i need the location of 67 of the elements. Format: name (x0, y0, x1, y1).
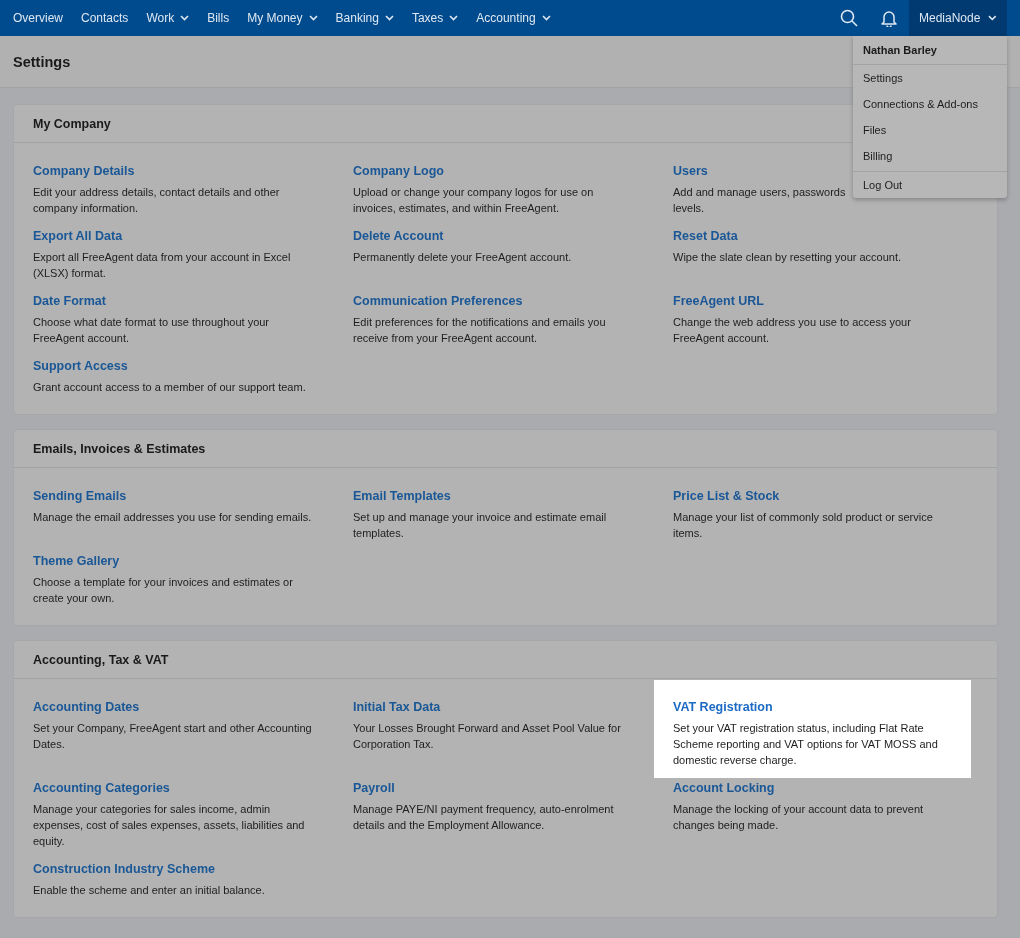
setting-link[interactable]: Payroll (353, 781, 395, 795)
setting-description: Manage PAYE/NI payment frequency, auto-enrolment details and the Employment Allowance. (353, 802, 615, 833)
nav-item[interactable]: My Money (238, 0, 327, 36)
setting-description: Enable the scheme and enter an initial balance. (33, 883, 265, 898)
setting-link[interactable]: Theme Gallery (33, 554, 120, 568)
setting-link[interactable]: Accounting Dates (33, 700, 140, 714)
panel-title: My Company (33, 116, 111, 131)
setting-link[interactable]: Users (673, 164, 708, 178)
caret-icon (384, 15, 394, 21)
search-icon (840, 9, 858, 27)
setting-link[interactable]: Construction Industry Scheme (33, 862, 215, 876)
setting-link[interactable]: Export All Data (33, 229, 123, 243)
setting-link[interactable]: Reset Data (673, 229, 738, 243)
nav-item[interactable]: Banking (326, 0, 403, 36)
setting-description: Change the web address you use to access your FreeAgent account. (673, 315, 912, 346)
setting-link[interactable]: Price List & Stock (673, 489, 780, 503)
nav-item[interactable]: Contacts (72, 0, 138, 36)
menu-item[interactable]: Settings (853, 65, 1007, 91)
setting-description: Upload or change your company logos for use on invoices, estimates, and within FreeAgent. (353, 185, 595, 216)
panel-title: Emails, Invoices & Estimates (33, 441, 206, 456)
caret-icon (308, 15, 318, 21)
setting-description: Your Losses Brought Forward and Asset Pool Value for Corporation Tax. (353, 721, 622, 752)
setting-description: Choose what date format to use throughout your FreeAgent account. (33, 315, 271, 346)
setting-link[interactable]: Delete Account (353, 229, 444, 243)
setting-description: Wipe the slate clean by resetting your account. (673, 250, 902, 265)
setting-description: Manage your categories for sales income, admin expenses, cost of sales expenses, assets, liabilities and equity. (33, 802, 306, 849)
panel-title: Accounting, Tax & VAT (33, 652, 169, 667)
setting-description: Set your VAT registration status, including Flat Rate Scheme reporting and VAT options for VAT MOSS and domestic reverse charge. (673, 721, 939, 768)
caret-icon (180, 15, 190, 21)
nav-item[interactable]: Accounting (467, 0, 560, 36)
page-title: Settings (13, 53, 71, 70)
account-menu-button[interactable]: MediaNode (909, 0, 1007, 36)
setting-link[interactable]: Company Details (33, 164, 135, 178)
setting-description: Set your Company, FreeAgent start and other Accounting Dates. (33, 721, 313, 752)
setting-description: Permanently delete your FreeAgent account. (353, 250, 572, 265)
setting-description: Add and manage users, passwords levels. (673, 185, 846, 216)
setting-description: Edit your address details, contact details and other company information. (33, 185, 281, 216)
setting-link[interactable]: Support Access (33, 359, 128, 373)
nav-item[interactable]: Work (137, 0, 199, 36)
setting-description: Edit preferences for the notifications and emails you receive from your FreeAgent account. (353, 315, 607, 346)
setting-description: Manage the locking of your account data to prevent changes being made. (673, 802, 925, 833)
setting-description: Choose a template for your invoices and estimates or create your own. (33, 575, 294, 606)
menu-item[interactable]: Connections & Add-ons (853, 91, 1007, 117)
setting-link[interactable]: Initial Tax Data (353, 700, 441, 714)
caret-icon (449, 15, 459, 21)
setting-link[interactable]: FreeAgent URL (673, 294, 764, 308)
menu-item[interactable]: Files (853, 117, 1007, 143)
menu-item[interactable]: Billing (853, 143, 1007, 169)
setting-description: Grant account access to a member of our support team. (33, 380, 306, 395)
setting-description: Manage the email addresses you use for sending emails. (33, 510, 312, 525)
setting-link[interactable]: Account Locking (673, 781, 775, 795)
setting-description: Manage your list of commonly sold product or service items. (673, 510, 934, 541)
nav-item[interactable]: Bills (198, 0, 239, 36)
setting-link[interactable]: VAT Registration (673, 700, 773, 714)
setting-link[interactable]: Sending Emails (33, 489, 127, 503)
setting-description: Export all FreeAgent data from your account in Excel (XLSX) format. (33, 250, 292, 281)
setting-link[interactable]: Communication Preferences (353, 294, 523, 308)
setting-description: Set up and manage your invoice and estimate email templates. (353, 510, 608, 541)
setting-link[interactable]: Email Templates (353, 489, 451, 503)
setting-link[interactable]: Date Format (33, 294, 106, 308)
setting-link[interactable]: Company Logo (353, 164, 444, 178)
caret-icon (988, 15, 997, 21)
caret-icon (541, 15, 551, 21)
bell-icon (881, 9, 897, 27)
nav-item[interactable]: Overview (4, 0, 72, 36)
nav-item[interactable]: Taxes (402, 0, 468, 36)
setting-link[interactable]: Accounting Categories (33, 781, 170, 795)
